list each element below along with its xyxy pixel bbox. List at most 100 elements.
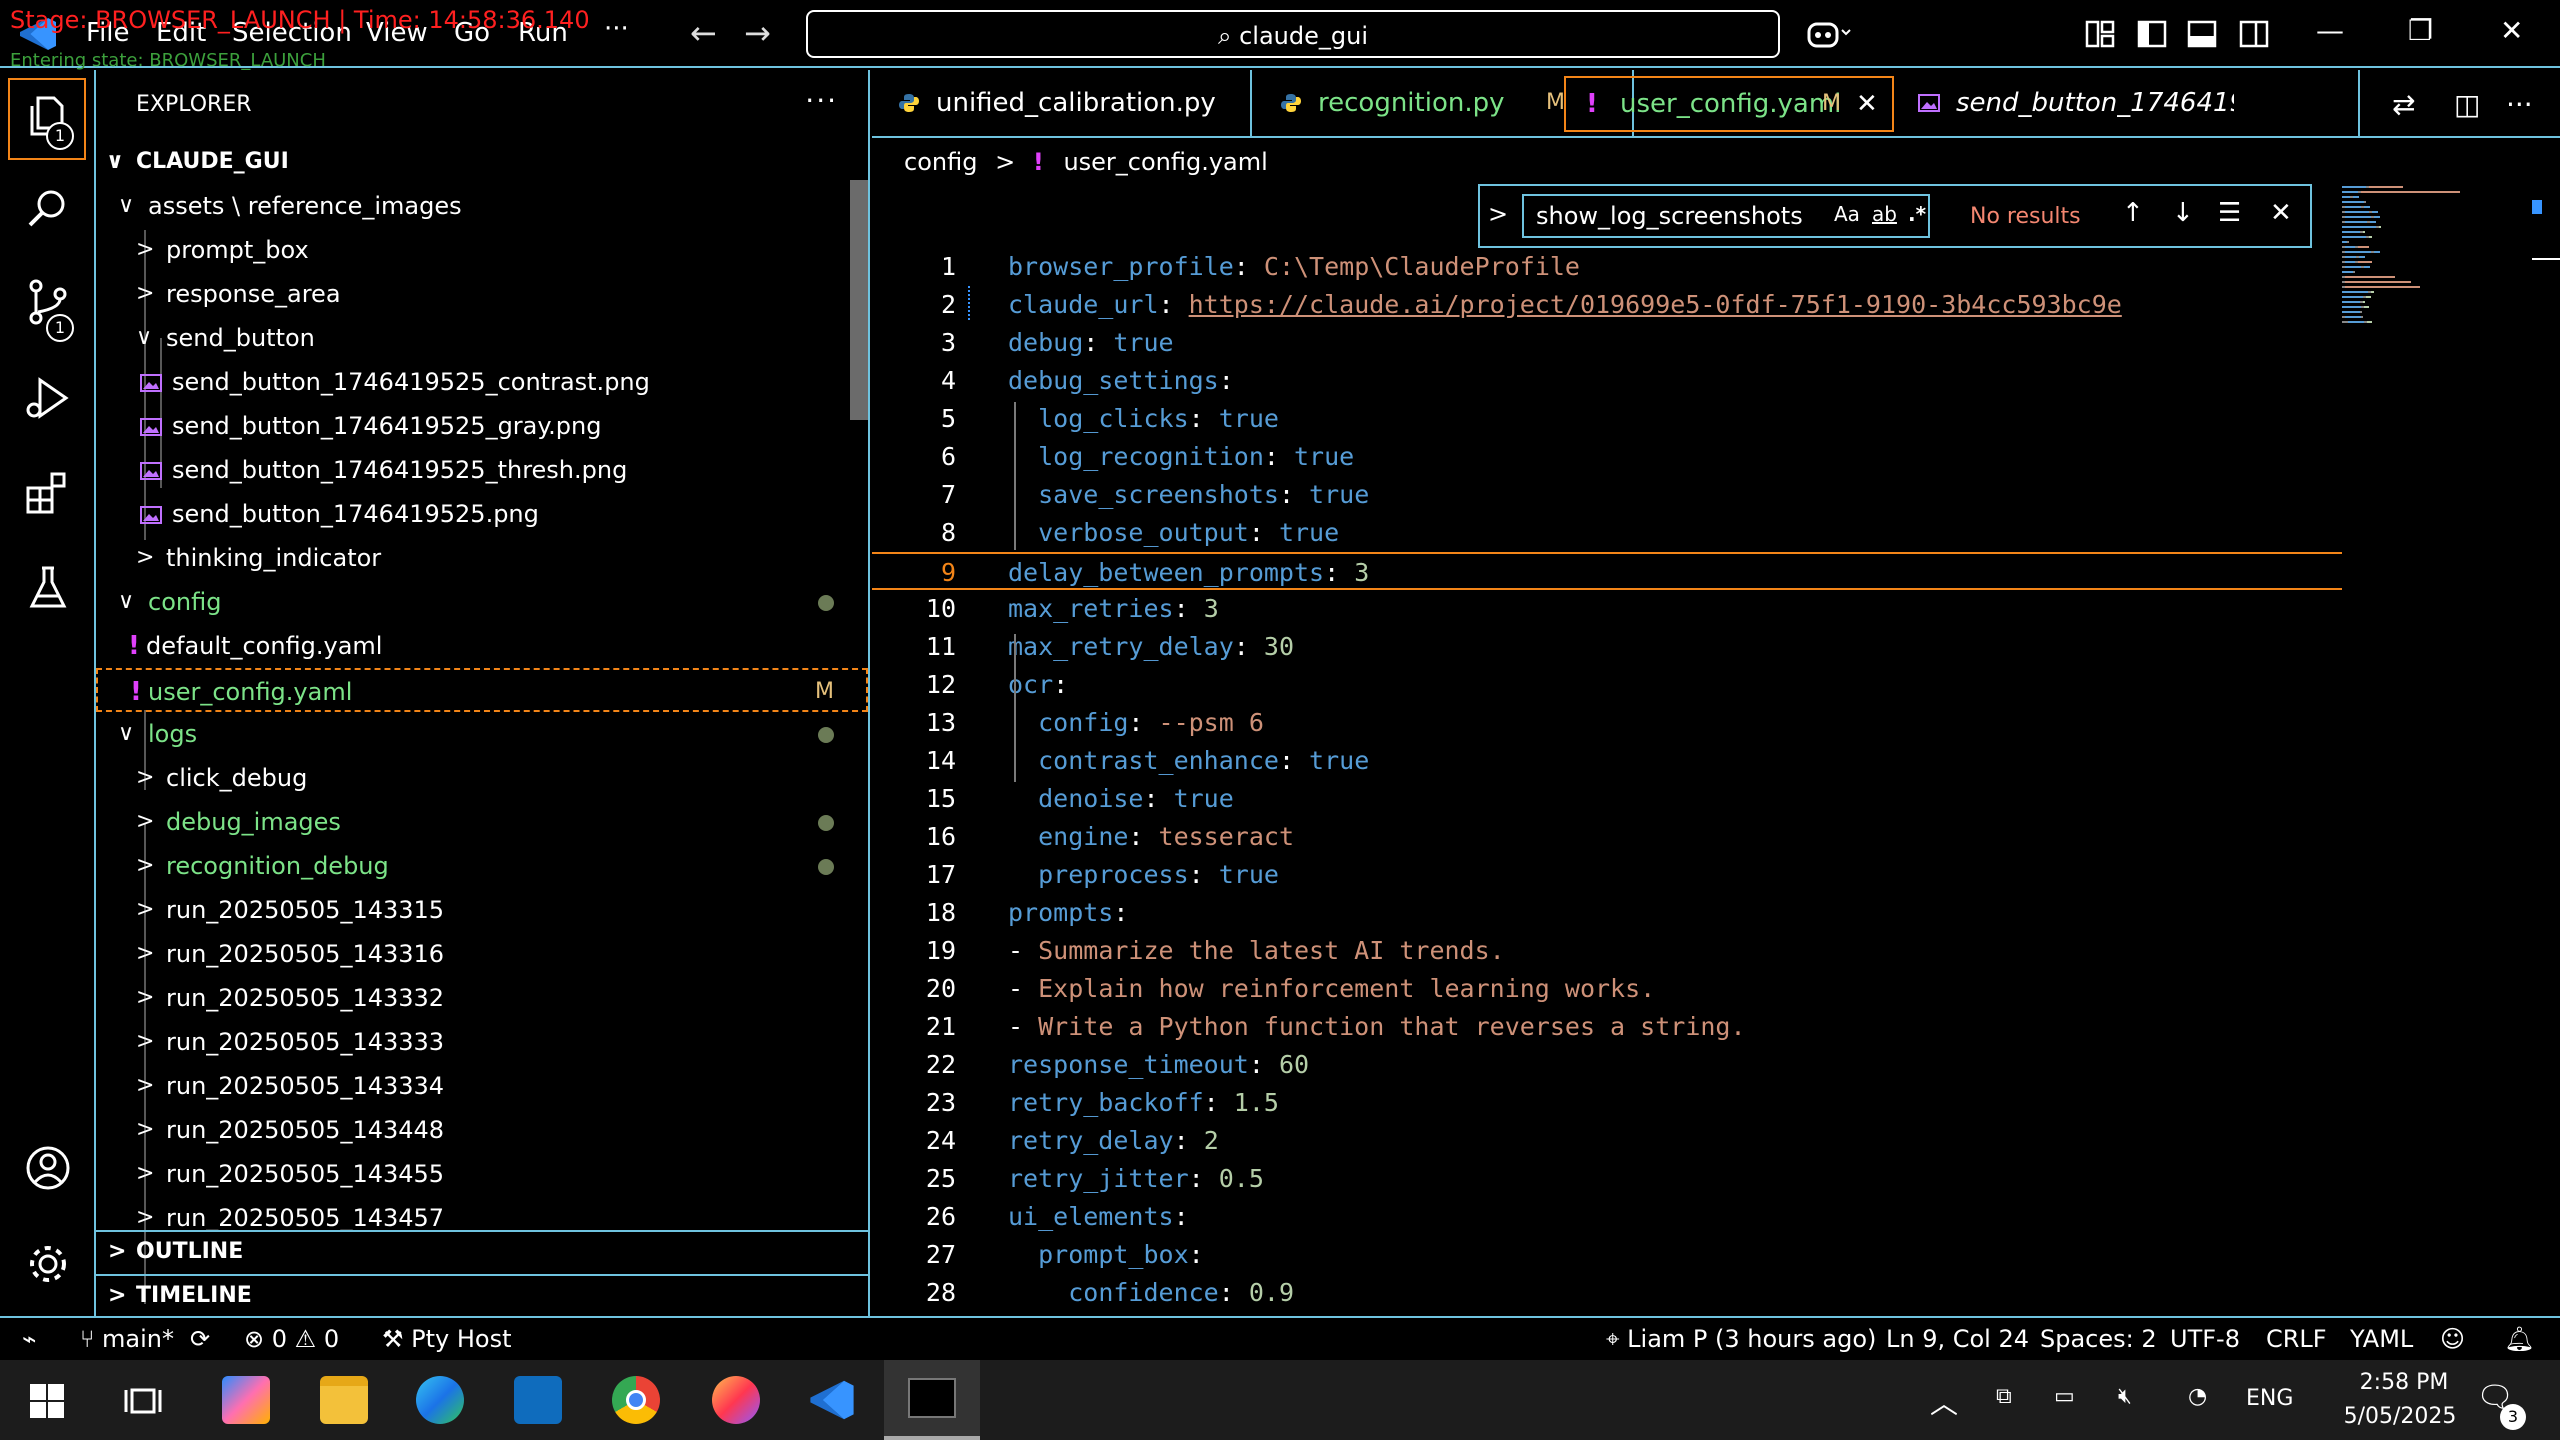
folder-run-143448[interactable]: > run_20250505_143448 [96, 1108, 868, 1152]
code-editor[interactable]: 1 browser_profile: C:\Temp\ClaudeProfile 2… [872, 182, 2342, 1316]
problems-indicator[interactable]: ⊗ 0 ⚠ 0 [244, 1318, 339, 1360]
timeline-panel-header[interactable]: > TIMELINE [96, 1274, 868, 1316]
cursor-position[interactable]: Ln 9, Col 24 [1886, 1318, 2029, 1360]
file-send-button-contrast[interactable]: send_button_1746419525_contrast.png [96, 360, 868, 404]
pty-host-indicator[interactable]: ⚒ Pty Host [382, 1318, 512, 1360]
clock-date[interactable]: 5/05/2025 [2320, 1404, 2480, 1429]
eol-setting[interactable]: CRLF [2266, 1318, 2327, 1360]
code-line[interactable]: 14 contrast_enhance: true [872, 742, 2342, 780]
tab-unified-calibration[interactable]: unified_calibration.py [872, 70, 1252, 136]
code-line[interactable]: 7 save_screenshots: true [872, 476, 2342, 514]
code-line[interactable]: 23 retry_backoff: 1.5 [872, 1084, 2342, 1122]
folder-run-143315[interactable]: > run_20250505_143315 [96, 888, 868, 932]
code-line[interactable]: 6 log_recognition: true [872, 438, 2342, 476]
workspace-root[interactable]: ∨ CLAUDE_GUI [96, 140, 868, 184]
find-input[interactable] [1522, 194, 1930, 238]
toggle-replace-chevron-icon[interactable]: > [1488, 200, 1508, 228]
battery-icon[interactable]: ▭ [2054, 1384, 2075, 1409]
code-line[interactable]: 25 retry_jitter: 0.5 [872, 1160, 2342, 1198]
git-blame-indicator[interactable]: ⌖ Liam P (3 hours ago) [1606, 1318, 1876, 1360]
copilot-icon[interactable] [1806, 18, 1852, 50]
forward-arrow-icon[interactable]: → [744, 14, 771, 52]
find-in-selection-icon[interactable]: ☰ [2218, 198, 2241, 228]
code-line[interactable]: 1 browser_profile: C:\Temp\ClaudeProfile [872, 248, 2342, 286]
remote-indicator-icon[interactable]: ⌁ [22, 1318, 36, 1360]
vscode-taskbar-icon[interactable] [808, 1376, 856, 1424]
folder-debug-images[interactable]: > debug_images [96, 800, 868, 844]
code-line[interactable]: 24 retry_delay: 2 [872, 1122, 2342, 1160]
accounts-icon[interactable] [24, 1144, 72, 1192]
extensions-icon[interactable] [24, 468, 72, 516]
show-hidden-icons-chevron-icon[interactable]: ︿ [1930, 1382, 1958, 1422]
search-icon[interactable] [24, 184, 72, 232]
editor-scrollbar-thumb[interactable] [2532, 258, 2560, 260]
file-explorer-icon[interactable] [320, 1376, 368, 1424]
indentation-setting[interactable]: Spaces: 2 [2040, 1318, 2157, 1360]
code-line[interactable]: 2 claude_url: https://claude.ai/project/0… [872, 286, 2342, 324]
folder-assets-reference-images[interactable]: ∨ assets \ reference_images [96, 184, 868, 228]
file-send-button-gray[interactable]: send_button_1746419525_gray.png [96, 404, 868, 448]
code-line[interactable]: 26 ui_elements: [872, 1198, 2342, 1236]
file-default-config[interactable]: ! default_config.yaml [96, 624, 868, 668]
folder-config[interactable]: ∨ config [96, 580, 868, 624]
editor-more-actions[interactable]: ··· [2506, 88, 2533, 121]
wifi-icon[interactable]: ◔ [2188, 1384, 2207, 1409]
breadcrumb-file[interactable]: user_config.yaml [1063, 148, 1267, 176]
use-regex-toggle[interactable]: .* [1908, 202, 1926, 226]
code-line[interactable]: 15 denoise: true [872, 780, 2342, 818]
match-whole-word-toggle[interactable]: ab [1872, 202, 1897, 226]
code-line[interactable]: 13 config: --psm 6 [872, 704, 2342, 742]
copilot-app-icon[interactable] [222, 1376, 270, 1424]
folder-click-debug[interactable]: > click_debug [96, 756, 868, 800]
tab-close-icon[interactable]: ✕ [1856, 78, 1878, 130]
folder-prompt-box[interactable]: > prompt_box [96, 228, 868, 272]
split-editor-icon[interactable]: ◫ [2454, 88, 2480, 121]
settings-gear-icon[interactable] [24, 1240, 72, 1288]
run-debug-icon[interactable] [24, 374, 72, 422]
folder-response-area[interactable]: > response_area [96, 272, 868, 316]
notifications-bell-icon[interactable]: 🔔︎ [2504, 1318, 2534, 1360]
minimize-icon[interactable]: — [2316, 14, 2344, 47]
compare-changes-icon[interactable]: ⇄ [2392, 88, 2415, 121]
input-language[interactable]: ENG [2246, 1386, 2293, 1411]
file-send-button-thresh[interactable]: send_button_1746419525_thresh.png [96, 448, 868, 492]
code-line[interactable]: 20 - Explain how reinforcement learning w… [872, 970, 2342, 1008]
folder-thinking-indicator[interactable]: > thinking_indicator [96, 536, 868, 580]
code-line[interactable]: 4 debug_settings: [872, 362, 2342, 400]
toggle-secondary-sidebar-icon[interactable] [2238, 18, 2270, 50]
folder-logs[interactable]: ∨ logs [96, 712, 868, 756]
minimap[interactable] [2342, 182, 2542, 622]
outlook-icon[interactable] [514, 1376, 562, 1424]
restore-icon[interactable]: ❐ [2408, 14, 2433, 47]
code-line[interactable]: 3 debug: true [872, 324, 2342, 362]
tab-send-button-png[interactable]: send_button_1746419525.png [1904, 70, 2234, 136]
toggle-panel-icon[interactable] [2186, 18, 2218, 50]
windows-start-icon[interactable] [30, 1384, 64, 1418]
sidebar-scrollbar[interactable] [850, 180, 868, 420]
chrome-browser-icon[interactable] [612, 1376, 660, 1424]
copilot-status-icon[interactable]: ☺ [2440, 1318, 2465, 1360]
code-line[interactable]: 21 - Write a Python function that reverse… [872, 1008, 2342, 1046]
tab-user-config-active[interactable]: ! user_config.yaml M ✕ [1564, 76, 1894, 132]
back-arrow-icon[interactable]: ← [690, 14, 717, 52]
code-line[interactable]: 9 delay_between_prompts: 3 [872, 552, 2342, 590]
meet-now-icon[interactable]: ⧉ [1996, 1384, 2012, 1409]
file-send-button-png[interactable]: send_button_1746419525.png [96, 492, 868, 536]
code-line[interactable]: 10 max_retries: 3 [872, 590, 2342, 628]
file-user-config[interactable]: ! user_config.yaml M [96, 668, 868, 712]
folder-run-143333[interactable]: > run_20250505_143333 [96, 1020, 868, 1064]
branch-indicator[interactable]: ⑂ main* [80, 1318, 174, 1360]
volume-muted-icon[interactable]: 🔇︎ [2118, 1384, 2132, 1409]
explorer-more-actions[interactable]: ··· [805, 84, 838, 117]
testing-flask-icon[interactable] [24, 564, 72, 612]
next-match-arrow-icon[interactable]: ↓ [2172, 198, 2194, 228]
code-line[interactable]: 28 confidence: 0.9 [872, 1274, 2342, 1312]
customize-layout-icon[interactable] [2084, 18, 2116, 50]
previous-match-arrow-icon[interactable]: ↑ [2122, 198, 2144, 228]
firefox-browser-icon[interactable] [712, 1376, 760, 1424]
clock-time[interactable]: 2:58 PM [2334, 1370, 2474, 1395]
code-line[interactable]: 12 ocr: [872, 666, 2342, 704]
match-case-toggle[interactable]: Aa [1834, 202, 1860, 226]
code-line[interactable]: 18 prompts: [872, 894, 2342, 932]
task-view-icon[interactable] [124, 1382, 162, 1420]
